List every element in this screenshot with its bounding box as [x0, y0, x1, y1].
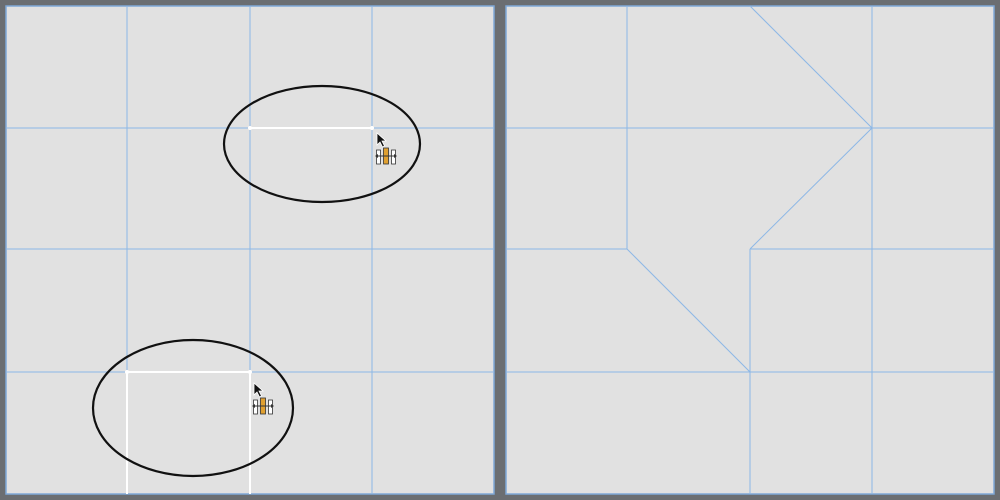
edge-slide-tool-icon [375, 147, 397, 165]
edge-slide-tool-icon [252, 397, 274, 415]
selected-vertex[interactable] [248, 370, 252, 374]
selected-vertex[interactable] [248, 126, 252, 130]
left-viewport[interactable] [5, 5, 495, 495]
selected-vertex[interactable] [125, 370, 129, 374]
right-viewport[interactable] [505, 5, 995, 495]
selected-vertex[interactable] [370, 126, 374, 130]
viewport-scene [5, 5, 995, 495]
editor-stage [0, 0, 1000, 500]
